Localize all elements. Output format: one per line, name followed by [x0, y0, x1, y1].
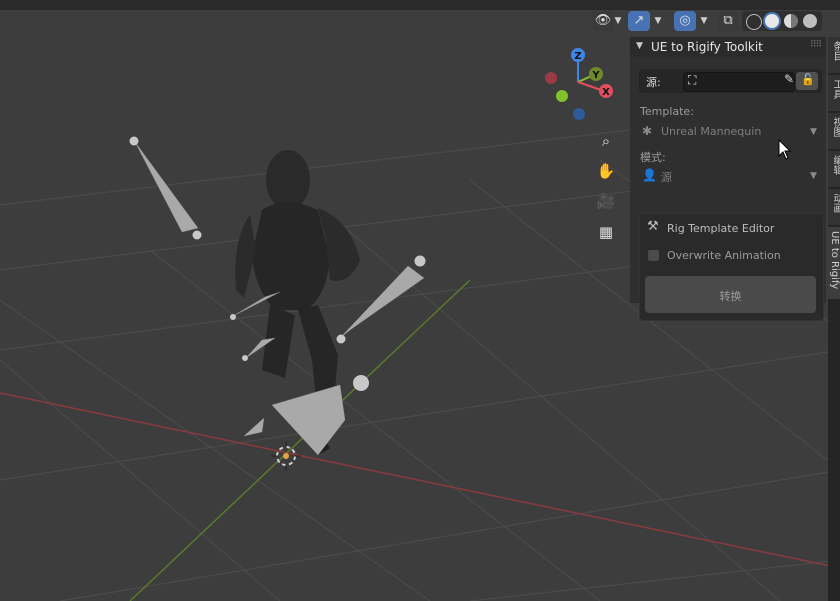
material-shading-icon[interactable] — [784, 14, 798, 28]
chevron-down-icon[interactable]: ▼ — [698, 11, 710, 31]
chevron-down-icon[interactable]: ▼ — [612, 11, 624, 31]
perspective-grid-icon[interactable]: ▦ — [592, 218, 620, 246]
mannequin-icon: ✱ — [642, 124, 653, 138]
tab-label: 编辑 — [831, 155, 840, 175]
gizmo-x-label: X — [602, 87, 610, 98]
overlay-icon: ◎ — [679, 13, 691, 28]
mouse-pointer — [778, 139, 792, 160]
mode-label: 模式: — [640, 151, 666, 164]
template-value: Unreal Mannequin — [661, 125, 762, 138]
source-label: 源: — [646, 76, 661, 89]
options-box: ⚒ Rig Template Editor Overwrite Animatio… — [639, 213, 824, 321]
collapse-arrow-icon[interactable]: ▼ — [636, 41, 643, 51]
tab-animation[interactable]: 动画 — [828, 189, 840, 225]
lock-button[interactable]: 🔓 — [796, 72, 818, 90]
tab-tool[interactable]: 工具 — [828, 75, 840, 111]
convert-label: 转换 — [719, 290, 742, 303]
top-header-strip — [0, 0, 840, 10]
rendered-shading-icon[interactable] — [803, 14, 817, 28]
tab-view[interactable]: 视图 — [828, 113, 840, 149]
tab-item[interactable]: 条目 — [828, 37, 840, 73]
tab-label: 条目 — [831, 41, 840, 61]
gizmo-toggle-button[interactable]: ↗ — [628, 11, 650, 31]
chevron-down-icon[interactable]: ▼ — [652, 11, 664, 31]
tab-label: 视图 — [831, 117, 840, 137]
zoom-icon[interactable]: ⌕ — [592, 127, 620, 155]
sidebar-tabs: 条目 工具 视图 编辑 动画 UE to Rigify — [828, 37, 840, 601]
panel-title: UE to Rigify Toolkit — [651, 40, 763, 54]
tab-label: 动画 — [831, 193, 840, 213]
ue-to-rigify-panel: ▼ UE to Rigify Toolkit ⠿⠿ 源: ⛶ ✎ 🔓 Templ… — [630, 37, 826, 321]
camera-icon[interactable]: 🎥 — [592, 187, 620, 215]
tab-label: 工具 — [831, 79, 840, 99]
wireframe-shading-icon[interactable] — [746, 14, 762, 30]
source-object-field[interactable]: ⛶ — [683, 72, 795, 92]
viewport-nav-tools: ⌕ ✋ 🎥 ▦ — [592, 127, 620, 247]
template-label: Template: — [640, 105, 694, 118]
tab-ue-to-rigify[interactable]: UE to Rigify — [828, 227, 840, 299]
gizmo-z-label: Z — [574, 51, 581, 62]
xray-icon: ⧉ — [723, 13, 733, 28]
solid-shading-icon[interactable] — [765, 14, 779, 28]
gizmo-icon: ↗ — [633, 13, 645, 28]
tab-label: UE to Rigify — [829, 231, 840, 290]
overwrite-animation-label: Overwrite Animation — [667, 249, 781, 262]
user-icon: 👤 — [642, 168, 657, 182]
overlay-toggle-button[interactable]: ◎ — [674, 11, 696, 31]
mode-dropdown[interactable]: 👤 源 ▼ — [638, 166, 822, 186]
tools-icon: ⚒ — [647, 219, 659, 234]
view-object-types-button[interactable]: 👁 — [592, 11, 614, 31]
mode-value: 源 — [661, 171, 672, 184]
convert-button[interactable]: 转换 — [645, 276, 816, 313]
overwrite-animation-checkbox[interactable] — [648, 250, 659, 261]
gizmo-y-label: Y — [591, 70, 600, 81]
hand-pan-icon[interactable]: ✋ — [592, 157, 620, 185]
navigation-gizmo[interactable]: Z Y X — [540, 40, 620, 130]
xray-toggle-button[interactable]: ⧉ — [718, 11, 738, 31]
panel-body: 源: ⛶ ✎ 🔓 Template: ✱ Unreal Mannequin ▼ … — [630, 60, 826, 321]
chevron-down-icon: ▼ — [810, 127, 817, 137]
rig-template-editor-label[interactable]: Rig Template Editor — [667, 222, 774, 235]
eyedropper-icon[interactable]: ✎ — [784, 72, 794, 86]
lock-icon: 🔓 — [801, 73, 815, 86]
tab-edit[interactable]: 编辑 — [828, 151, 840, 187]
armature-object-icon: ⛶ — [688, 73, 697, 87]
eye-icon: 👁 — [594, 13, 612, 28]
template-dropdown[interactable]: ✱ Unreal Mannequin ▼ — [638, 122, 822, 142]
shading-mode-group — [742, 11, 822, 31]
panel-header[interactable]: ▼ UE to Rigify Toolkit ⠿⠿ — [630, 37, 826, 57]
drag-grip-icon[interactable]: ⠿⠿ — [810, 40, 822, 50]
source-row: 源: ⛶ ✎ 🔓 — [639, 69, 822, 93]
chevron-down-icon: ▼ — [810, 171, 817, 181]
